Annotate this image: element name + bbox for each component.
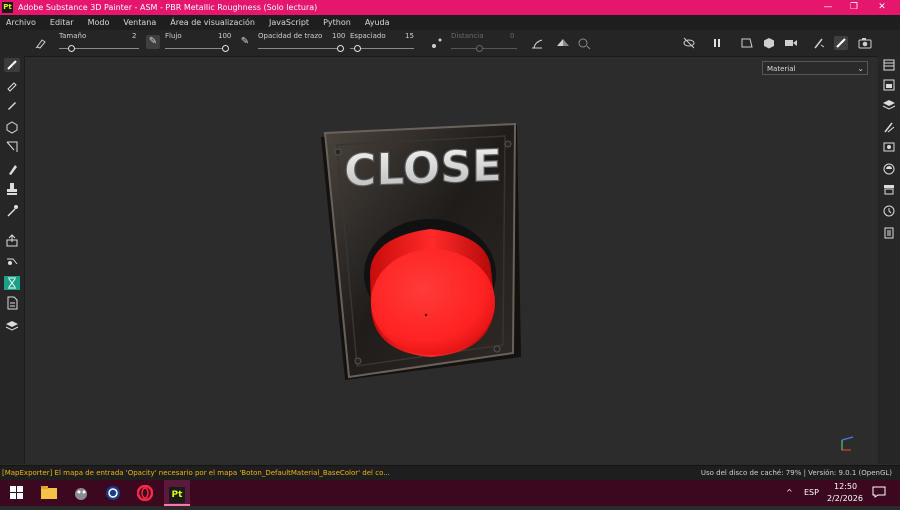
menu-python[interactable]: Python	[323, 18, 351, 27]
pen-pressure-flow-icon[interactable]: ✎	[238, 35, 252, 49]
red-button-cap	[371, 249, 495, 355]
clock-time[interactable]: 12:50	[834, 482, 857, 491]
gimp-icon[interactable]	[68, 480, 94, 506]
brush-presets-icon[interactable]	[34, 36, 48, 50]
brush-mode-icon[interactable]	[834, 36, 848, 50]
material-view-select-value: Material	[767, 65, 796, 73]
menu-bar: Archivo Editar Modo Ventana Área de visu…	[0, 15, 900, 30]
distance-slider	[451, 48, 517, 49]
file-explorer-icon[interactable]	[36, 480, 62, 506]
eraser-tool[interactable]	[4, 78, 20, 92]
clone-stamp-tool[interactable]	[4, 182, 20, 196]
spacing-value[interactable]: 15	[405, 32, 414, 40]
symmetry-icon[interactable]	[556, 36, 570, 50]
notifications-icon[interactable]	[872, 486, 886, 500]
windows-taskbar: Pt ^ ESP 12:50 2/2/2026	[0, 480, 900, 506]
tool-properties-bar: Tamaño 2 ✎ Flujo 100 ✎ Opacidad de trazo…	[0, 30, 900, 57]
flow-value[interactable]: 100	[218, 32, 231, 40]
opera-icon[interactable]	[132, 480, 158, 506]
3d-viewport[interactable]: CLOSE	[25, 57, 878, 464]
window-title: Adobe Substance 3D Painter - ASM - PBR M…	[18, 3, 318, 12]
bake-tool[interactable]	[4, 234, 20, 248]
hide-visibility-icon[interactable]	[682, 36, 696, 50]
menu-ayuda[interactable]: Ayuda	[365, 18, 390, 27]
pause-icon[interactable]	[710, 36, 724, 50]
stroke-opacity-label: Opacidad de trazo	[258, 32, 323, 40]
substance-painter-task-icon[interactable]: Pt	[164, 480, 190, 506]
layers-stack-tool[interactable]	[4, 318, 20, 332]
assets-icon[interactable]	[881, 182, 897, 196]
distance-value: 0	[510, 32, 515, 40]
geometry-fill-tool[interactable]	[4, 120, 20, 134]
texture-set-settings-icon[interactable]	[881, 78, 897, 92]
chevron-down-icon: ⌄	[857, 64, 864, 73]
menu-editar[interactable]: Editar	[50, 18, 74, 27]
smudge-tool[interactable]	[4, 162, 20, 176]
distance-slider-handle	[476, 45, 483, 52]
windows-start-icon[interactable]	[4, 480, 30, 506]
menu-area-visualizacion[interactable]: Área de visualización	[170, 18, 255, 27]
minimize-button[interactable]: —	[814, 0, 842, 15]
alignment-icon[interactable]	[530, 36, 544, 50]
close-label: CLOSE	[344, 140, 502, 196]
pt-glyph: Pt	[169, 487, 185, 503]
menu-javascript[interactable]: JavaScript	[269, 18, 309, 27]
polygon-fill-tool[interactable]	[4, 140, 20, 154]
camera-video-icon[interactable]	[784, 36, 798, 50]
paint-mode-icon[interactable]	[812, 36, 826, 50]
stroke-opacity-slider-handle[interactable]	[337, 45, 344, 52]
language-indicator[interactable]: ESP	[804, 488, 819, 497]
texture-set-list-icon[interactable]	[881, 58, 897, 72]
cinema4d-icon[interactable]	[100, 480, 126, 506]
selection-mode-icon[interactable]	[740, 36, 754, 50]
layers-icon[interactable]	[881, 98, 897, 112]
projection-tool[interactable]	[4, 98, 20, 112]
distance-label: Distancia	[451, 32, 484, 40]
lazy-mouse-icon[interactable]	[430, 36, 444, 50]
maximize-button[interactable]: ❐	[840, 0, 868, 15]
projection-icon[interactable]	[577, 36, 591, 50]
menu-ventana[interactable]: Ventana	[123, 18, 156, 27]
flow-slider-handle[interactable]	[222, 45, 229, 52]
log-icon[interactable]	[881, 226, 897, 240]
viewport-scene: CLOSE	[321, 122, 854, 451]
spacing-slider-handle[interactable]	[354, 45, 361, 52]
status-bar: [MapExporter] El mapa de entrada 'Opacit…	[0, 465, 900, 481]
flow-slider[interactable]	[165, 48, 227, 49]
close-window-button[interactable]: ✕	[868, 0, 896, 15]
painter-app-icon: Pt	[2, 2, 13, 13]
export-tool[interactable]	[4, 276, 20, 290]
history-icon[interactable]	[881, 204, 897, 218]
screenshot-camera-icon[interactable]	[858, 36, 872, 50]
clock-date[interactable]: 2/2/2026	[827, 494, 863, 503]
pen-pressure-size-icon[interactable]: ✎	[146, 35, 160, 49]
color-picker-tool[interactable]	[4, 204, 20, 218]
right-panel-toolbar	[877, 56, 900, 464]
size-slider-handle[interactable]	[68, 45, 75, 52]
title-bar: Pt Adobe Substance 3D Painter - ASM - PB…	[0, 0, 900, 15]
material-picker-tool[interactable]	[4, 254, 20, 268]
menu-modo[interactable]: Modo	[88, 18, 110, 27]
display-settings-icon[interactable]	[881, 140, 897, 154]
cache-version-info: Uso del disco de caché: 79% | Versión: 9…	[700, 469, 892, 477]
status-message[interactable]: [MapExporter] El mapa de entrada 'Opacit…	[2, 469, 390, 477]
menu-archivo[interactable]: Archivo	[6, 18, 36, 27]
axis-gizmo	[841, 440, 851, 451]
stroke-opacity-slider[interactable]	[258, 48, 342, 49]
shader-settings-icon[interactable]	[881, 162, 897, 176]
properties-icon[interactable]	[881, 120, 897, 134]
stroke-opacity-value[interactable]: 100	[332, 32, 345, 40]
spacing-label: Espaciado	[350, 32, 386, 40]
tray-chevron-up-icon[interactable]: ^	[786, 488, 793, 497]
left-toolbar	[0, 56, 25, 464]
size-value[interactable]: 2	[132, 32, 136, 40]
document-tool[interactable]	[4, 296, 20, 310]
size-label: Tamaño	[59, 32, 87, 40]
cube-view-icon[interactable]	[762, 36, 776, 50]
flow-label: Flujo	[165, 32, 182, 40]
material-view-select[interactable]: Material ⌄	[762, 61, 868, 75]
paint-brush-tool[interactable]	[4, 58, 20, 72]
